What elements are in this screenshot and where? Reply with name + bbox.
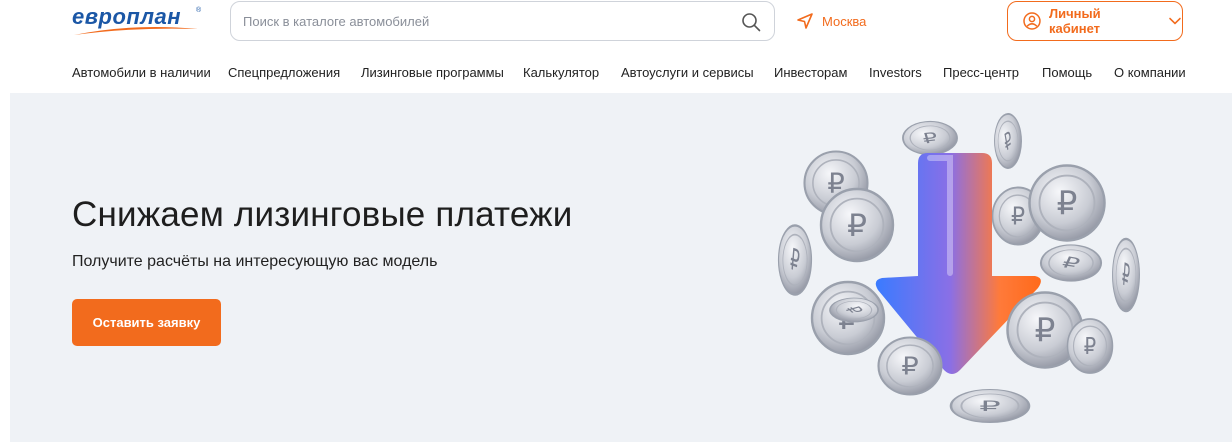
nav-item-cars-in-stock[interactable]: Автомобили в наличии — [72, 65, 211, 80]
nav-item-investors-ru[interactable]: Инвесторам — [774, 65, 847, 80]
main-nav: Автомобили в наличии Спецпредложения Лиз… — [72, 65, 1186, 83]
coin-icon — [819, 187, 895, 263]
search-icon[interactable] — [741, 12, 761, 32]
coin-icon — [1109, 232, 1143, 318]
nav-item-leasing-programs[interactable]: Лизинговые программы — [361, 65, 504, 80]
coin-icon — [877, 336, 943, 396]
hero-banner: Снижаем лизинговые платежи Получите расч… — [10, 93, 1232, 442]
hero-subtitle: Получите расчёты на интересующую вас мод… — [72, 253, 438, 270]
coin-icon — [897, 117, 963, 159]
personal-cabinet-button[interactable]: Личный кабинет — [1007, 1, 1183, 41]
coin-icon — [1028, 164, 1106, 242]
location-arrow-icon — [797, 13, 813, 29]
coin-icon — [1066, 318, 1114, 374]
coin-icon — [989, 105, 1027, 177]
chevron-down-icon — [1169, 17, 1181, 25]
site-header: европлан ® Москва Личный кабинет Автомоб… — [0, 0, 1232, 93]
city-label: Москва — [822, 13, 867, 29]
nav-item-calculator[interactable]: Калькулятор — [523, 65, 599, 80]
coin-icon — [774, 218, 816, 302]
catalog-search — [230, 1, 775, 41]
nav-item-investors-en[interactable]: Investors — [869, 65, 922, 80]
nav-item-about[interactable]: О компании — [1114, 65, 1186, 80]
coin-icon — [1033, 239, 1109, 287]
nav-item-help[interactable]: Помощь — [1042, 65, 1092, 80]
europlan-logo[interactable]: европлан ® — [72, 4, 202, 36]
search-input[interactable] — [243, 2, 733, 40]
city-selector[interactable]: Москва — [796, 11, 866, 31]
logo-swoosh-icon — [74, 27, 198, 35]
coin-icon — [949, 388, 1031, 424]
user-circle-icon — [1023, 12, 1041, 30]
falling-payments-illustration: ₽ — [774, 105, 1143, 424]
hero-title: Снижаем лизинговые платежи — [72, 195, 573, 234]
nav-item-special-offers[interactable]: Спецпредложения — [228, 65, 340, 80]
logo-registered-mark: ® — [196, 7, 202, 14]
cabinet-label: Личный кабинет — [1048, 6, 1101, 36]
nav-item-auto-services[interactable]: Автоуслуги и сервисы — [621, 65, 754, 80]
submit-request-button[interactable]: Оставить заявку — [72, 299, 221, 346]
nav-item-press-center[interactable]: Пресс-центр — [943, 65, 1019, 80]
